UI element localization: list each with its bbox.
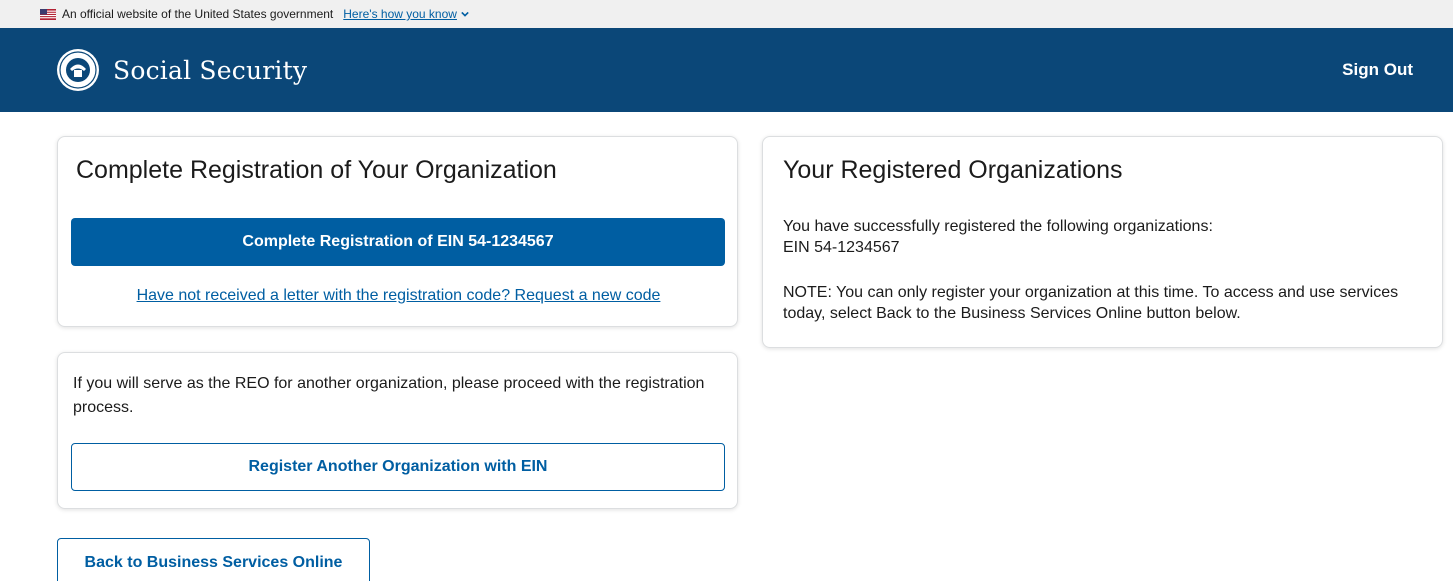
- registered-organizations-title: Your Registered Organizations: [783, 156, 1123, 184]
- registered-organizations-body: You have successfully registered the fol…: [783, 216, 1428, 324]
- registered-intro: You have successfully registered the fol…: [783, 218, 1213, 235]
- back-to-business-services-button[interactable]: Back to Business Services Online: [57, 538, 370, 581]
- registered-organizations-card: Your Registered Organizations You have s…: [762, 136, 1443, 348]
- complete-registration-card: Complete Registration of Your Organizati…: [57, 136, 738, 327]
- us-flag-icon: [40, 8, 56, 20]
- complete-registration-title: Complete Registration of Your Organizati…: [76, 156, 557, 184]
- reo-card: If you will serve as the REO for another…: [57, 352, 738, 509]
- gov-banner-text: An official website of the United States…: [62, 7, 334, 21]
- brand-name: Social Security: [113, 55, 308, 85]
- heres-how-you-know-link[interactable]: Here's how you know: [343, 7, 469, 21]
- gov-banner: An official website of the United States…: [0, 0, 1453, 28]
- register-another-organization-button[interactable]: Register Another Organization with EIN: [71, 443, 725, 491]
- request-new-code-link[interactable]: Have not received a letter with the regi…: [58, 287, 739, 305]
- brand[interactable]: Social Security: [56, 48, 307, 92]
- reo-text: If you will serve as the REO for another…: [73, 375, 705, 416]
- sign-out-link[interactable]: Sign Out: [1342, 60, 1413, 80]
- registered-ein: EIN 54-1234567: [783, 239, 900, 256]
- ssa-seal-icon: [57, 49, 99, 91]
- complete-registration-button[interactable]: Complete Registration of EIN 54-1234567: [71, 218, 725, 266]
- heres-how-you-know-label: Here's how you know: [343, 7, 457, 21]
- site-header: Social Security Sign Out: [0, 28, 1453, 112]
- chevron-down-icon: [461, 11, 469, 17]
- registered-note: NOTE: You can only register your organiz…: [783, 284, 1399, 322]
